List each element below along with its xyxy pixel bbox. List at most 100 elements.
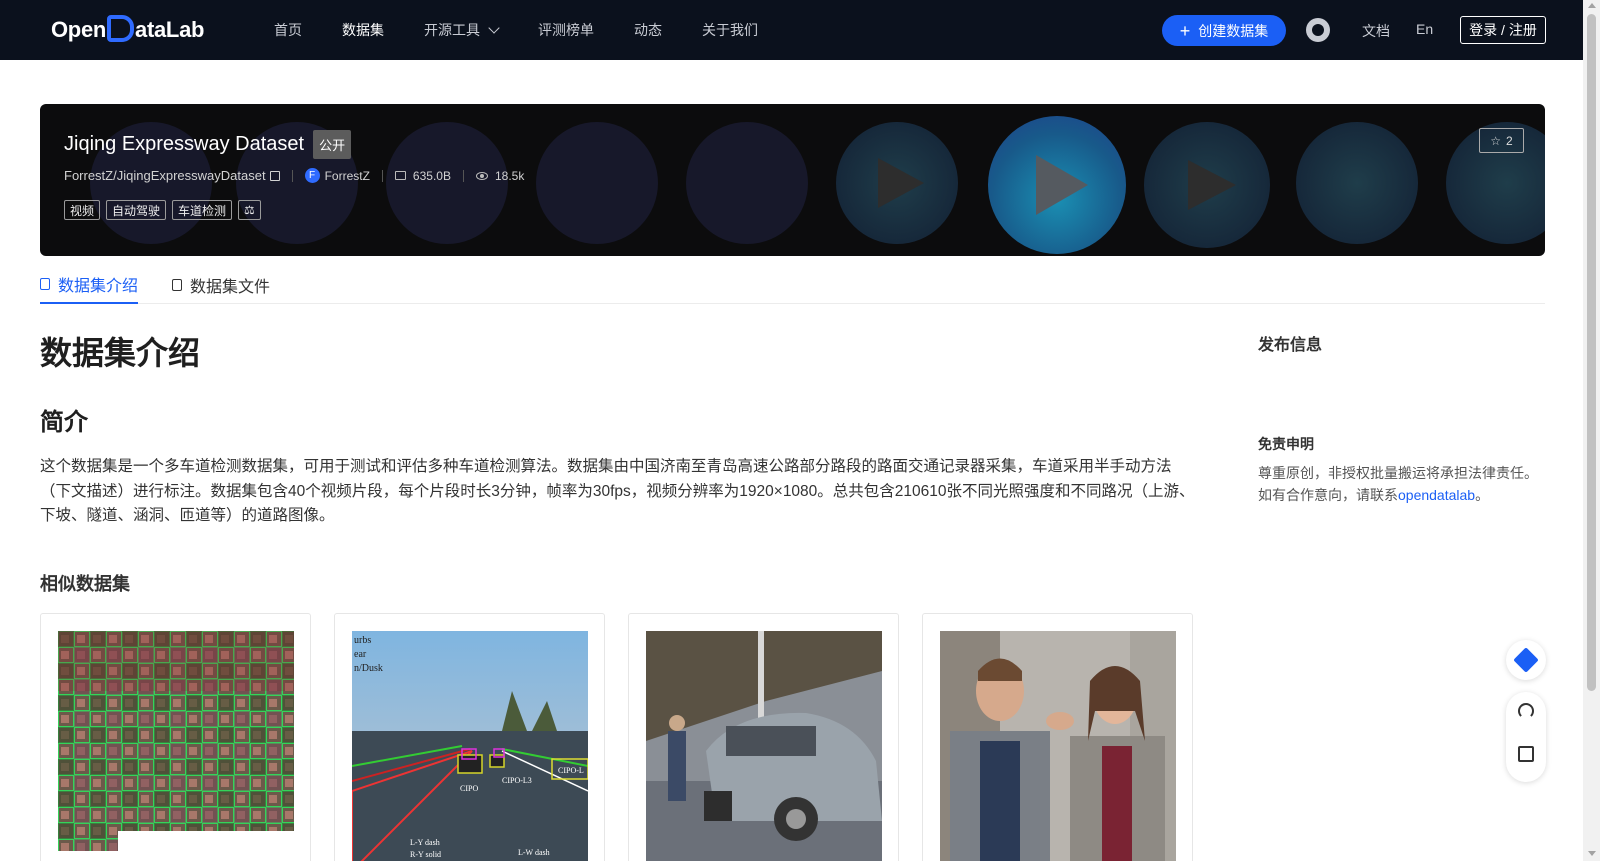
diamond-logo-icon bbox=[1513, 647, 1539, 673]
disclaimer-text: 尊重原创，非授权批量搬运将承担法律责任。如有合作意向，请联系opendatala… bbox=[1258, 462, 1548, 506]
mosaic-thumbnail-image bbox=[58, 631, 294, 861]
nav-leaderboard[interactable]: 评测榜单 bbox=[538, 20, 594, 40]
similar-dataset-card[interactable] bbox=[40, 613, 311, 861]
banner-video-circle[interactable] bbox=[1144, 122, 1270, 248]
tab-introduction[interactable]: 数据集介绍 bbox=[40, 265, 139, 304]
dataset-description: 这个数据集是一个多车道检测数据集，可用于测试和评估多种车道检测算法。数据集由中国… bbox=[40, 458, 1195, 524]
scale-icon: ⚖ bbox=[244, 203, 255, 217]
tab-files[interactable]: 数据集文件 bbox=[172, 265, 270, 304]
assistant-button[interactable] bbox=[1506, 640, 1546, 680]
people-thumbnail-image bbox=[940, 631, 1176, 861]
top-navbar: Open ataLab 首页 数据集 开源工具 评测榜单 动态 关于我们 + 创建… bbox=[0, 0, 1583, 60]
star-count: 2 bbox=[1506, 133, 1513, 148]
nav-tools-label: 开源工具 bbox=[424, 22, 480, 38]
banner-circle bbox=[1296, 122, 1418, 244]
create-dataset-label: 创建数据集 bbox=[1198, 22, 1269, 39]
view-count: 18.5k bbox=[494, 168, 525, 183]
similar-datasets-heading: 相似数据集 bbox=[40, 574, 130, 594]
chevron-down-icon bbox=[488, 22, 500, 34]
meta-divider bbox=[291, 169, 293, 182]
thumb-label: ear bbox=[354, 649, 367, 660]
similar-dataset-card[interactable]: urbs ear n/Dusk CIPO CIPO-L3 CIPO-L L-Y … bbox=[334, 613, 605, 861]
plus-icon: + bbox=[1179, 20, 1191, 41]
thumb-label: L-W dash bbox=[518, 848, 550, 857]
thumb-label: CIPO-L3 bbox=[502, 776, 532, 785]
tag-autonomous-driving[interactable]: 自动驾驶 bbox=[106, 200, 167, 220]
dataset-thumbnail bbox=[646, 631, 882, 861]
copy-icon[interactable] bbox=[269, 170, 280, 181]
dataset-tabs: 数据集介绍 数据集文件 bbox=[40, 265, 1545, 304]
eye-icon bbox=[475, 171, 488, 180]
storage-icon bbox=[394, 171, 406, 180]
headset-icon[interactable] bbox=[1518, 703, 1534, 719]
nav-about[interactable]: 关于我们 bbox=[702, 20, 758, 40]
logo-text-open: Open bbox=[51, 17, 107, 42]
nav-home[interactable]: 首页 bbox=[274, 20, 302, 40]
banner-video-circle-active[interactable] bbox=[988, 116, 1126, 254]
play-icon bbox=[1188, 160, 1236, 210]
scroll-down-arrow[interactable] bbox=[1588, 851, 1596, 856]
dataset-meta: ForrestZ/JiqingExpresswayDataset F Forre… bbox=[64, 168, 524, 183]
dataset-thumbnail: urbs ear n/Dusk CIPO CIPO-L3 CIPO-L L-Y … bbox=[352, 631, 588, 861]
thumb-label: n/Dusk bbox=[354, 663, 383, 674]
scroll-up-arrow[interactable] bbox=[1588, 3, 1596, 8]
dataset-banner: Jiqing Expressway Dataset 公开 ForrestZ/Ji… bbox=[40, 104, 1545, 256]
thumb-label: urbs bbox=[354, 635, 371, 646]
language-toggle[interactable]: En bbox=[1416, 21, 1433, 37]
nav-docs[interactable]: 文档 bbox=[1362, 21, 1390, 41]
feedback-icon[interactable] bbox=[1518, 746, 1534, 762]
banner-circle bbox=[386, 122, 508, 244]
meta-divider bbox=[381, 169, 383, 182]
github-icon[interactable] bbox=[1306, 18, 1330, 42]
nav-tools[interactable]: 开源工具 bbox=[424, 20, 500, 40]
avatar[interactable]: F bbox=[304, 168, 320, 183]
meta-divider bbox=[462, 169, 464, 182]
banner-circle bbox=[536, 122, 658, 244]
dataset-path: ForrestZ/JiqingExpresswayDataset bbox=[64, 168, 266, 183]
nav-datasets[interactable]: 数据集 bbox=[342, 20, 384, 40]
similar-dataset-card[interactable] bbox=[628, 613, 899, 861]
banner-video-circle[interactable] bbox=[836, 122, 958, 244]
logo-d-icon bbox=[107, 14, 135, 42]
dataset-thumbnail bbox=[58, 631, 294, 861]
tag-list: 视频 自动驾驶 车道检测 ⚖ bbox=[64, 200, 267, 220]
tab-introduction-label: 数据集介绍 bbox=[58, 277, 139, 295]
thumb-label: CIPO-L bbox=[558, 766, 584, 775]
tag-lane-detection[interactable]: 车道检测 bbox=[172, 200, 233, 220]
dataset-thumbnail bbox=[940, 631, 1176, 861]
database-icon bbox=[40, 277, 50, 290]
visibility-badge: 公开 bbox=[313, 130, 352, 159]
star-button[interactable]: ☆ 2 bbox=[1479, 128, 1524, 153]
logo[interactable]: Open ataLab bbox=[51, 14, 204, 46]
road-thumbnail-image: urbs ear n/Dusk CIPO CIPO-L3 CIPO-L L-Y … bbox=[352, 631, 588, 861]
play-icon bbox=[1036, 155, 1088, 215]
license-tag[interactable]: ⚖ bbox=[238, 200, 261, 220]
owner-name[interactable]: ForrestZ bbox=[325, 169, 370, 183]
intro-heading: 简介 bbox=[40, 409, 88, 436]
publish-info-heading: 发布信息 bbox=[1258, 337, 1323, 354]
accident-thumbnail-image bbox=[646, 631, 882, 861]
page-title: 数据集介绍 bbox=[40, 335, 201, 371]
thumb-label: R-Y solid bbox=[410, 850, 441, 859]
scrollbar-thumb[interactable] bbox=[1587, 14, 1596, 691]
play-icon bbox=[878, 158, 924, 208]
dataset-size: 635.0B bbox=[412, 168, 451, 183]
thumb-label: CIPO bbox=[460, 784, 478, 793]
disclaimer-period: 。 bbox=[1475, 487, 1490, 503]
dataset-title-row: Jiqing Expressway Dataset 公开 bbox=[64, 130, 352, 159]
floating-tools bbox=[1506, 692, 1546, 782]
contact-link[interactable]: opendatalab bbox=[1398, 487, 1475, 503]
thumb-label: L-Y dash bbox=[410, 838, 440, 847]
logo-text-atalab: ataLab bbox=[135, 17, 205, 42]
tag-video[interactable]: 视频 bbox=[64, 200, 101, 220]
main-nav: 首页 数据集 开源工具 评测榜单 动态 关于我们 bbox=[274, 0, 798, 60]
file-icon bbox=[172, 278, 182, 291]
nav-news[interactable]: 动态 bbox=[634, 20, 662, 40]
star-icon: ☆ bbox=[1490, 133, 1502, 148]
similar-dataset-card[interactable] bbox=[922, 613, 1193, 861]
tab-files-label: 数据集文件 bbox=[190, 278, 271, 296]
dataset-title: Jiqing Expressway Dataset bbox=[64, 133, 305, 155]
disclaimer-heading: 免责申明 bbox=[1258, 436, 1314, 452]
login-register-button[interactable]: 登录 / 注册 bbox=[1460, 16, 1546, 44]
create-dataset-button[interactable]: + 创建数据集 bbox=[1162, 15, 1286, 46]
